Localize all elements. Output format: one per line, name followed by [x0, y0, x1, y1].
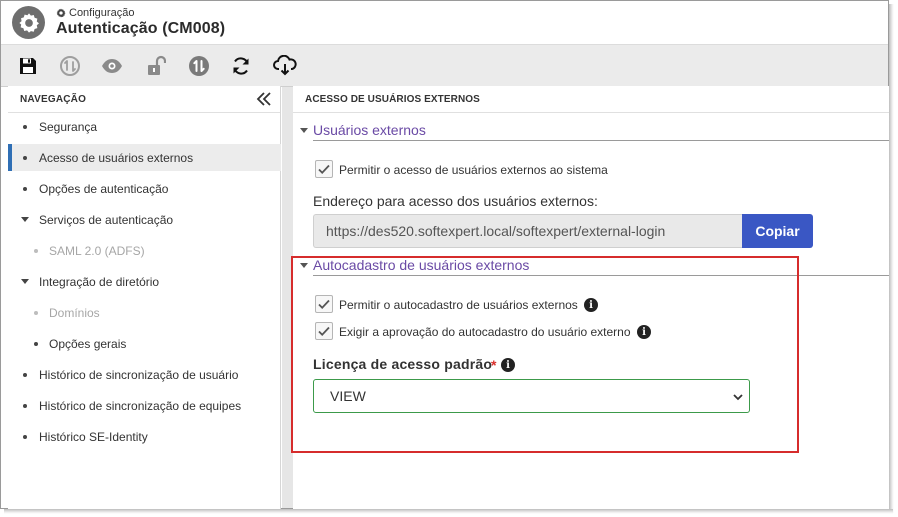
- sidebar-item-label: Opções gerais: [49, 337, 127, 351]
- sidebar-item-opcoes-gerais[interactable]: Opções gerais: [8, 330, 281, 357]
- bullet-icon: [34, 249, 38, 253]
- sidebar-item-opcoes-autenticacao[interactable]: Opções de autenticação: [8, 175, 281, 202]
- self-register-checkbox[interactable]: [315, 295, 333, 313]
- gear-logo-icon: [12, 6, 45, 39]
- sidebar-item-seguranca[interactable]: Segurança: [8, 113, 281, 140]
- caret-down-icon: [21, 217, 29, 222]
- sidebar-item-historico-se-identity[interactable]: Histórico SE-Identity: [8, 423, 281, 450]
- sidebar-item-label: Segurança: [39, 120, 98, 134]
- license-label: Licença de acesso padrão: [313, 356, 493, 372]
- sidebar-item-saml-adfs[interactable]: SAML 2.0 (ADFS): [8, 237, 281, 264]
- require-approval-label: Exigir a aprovação do autocadastro do us…: [339, 325, 631, 339]
- view-button[interactable]: [99, 53, 125, 79]
- refresh-icon: [233, 57, 249, 75]
- sidebar-item-historico-sync-equipes[interactable]: Histórico de sincronização de equipes: [8, 392, 281, 419]
- window-shadow: [4, 509, 893, 514]
- sidebar-item-historico-sync-usuario[interactable]: Histórico de sincronização de usuário: [8, 361, 281, 388]
- info-icon[interactable]: i: [501, 358, 515, 372]
- caret-down-icon: [300, 263, 308, 268]
- copy-button[interactable]: Copiar: [742, 214, 813, 248]
- allow-external-access-label: Permitir o acesso de usuários externos a…: [339, 163, 608, 177]
- bullet-icon: [23, 435, 27, 439]
- breadcrumb[interactable]: Configuração: [56, 7, 134, 19]
- eye-icon: [102, 59, 122, 73]
- sidebar-item-dominios[interactable]: Domínios: [8, 299, 281, 326]
- sidebar-item-servicos-autenticacao[interactable]: Serviços de autenticação: [8, 206, 281, 233]
- main-title: ACESSO DE USUÁRIOS EXTERNOS: [305, 94, 480, 105]
- breadcrumb-label: Configuração: [69, 7, 135, 19]
- bullet-icon: [23, 187, 27, 191]
- bullet-icon: [23, 404, 27, 408]
- caret-down-icon: [21, 279, 29, 284]
- toolbar: [1, 45, 888, 87]
- bullet-icon: [34, 342, 38, 346]
- sidebar-item-label: Histórico de sincronização de equipes: [39, 399, 242, 413]
- sidebar-item-label: Serviços de autenticação: [39, 213, 174, 227]
- section-usuarios-externos-header[interactable]: Usuários externos: [293, 121, 889, 141]
- section-autocadastro-header[interactable]: Autocadastro de usuários externos: [293, 256, 889, 276]
- navigation-sidebar: NAVEGAÇÃO Segurança Acesso de usuários e…: [8, 86, 281, 509]
- default-license-select[interactable]: VIEW: [313, 379, 750, 413]
- page-title: Autenticação (CM008): [56, 20, 226, 37]
- save-icon: [20, 58, 36, 74]
- main-panel: ACESSO DE USUÁRIOS EXTERNOS Usuários ext…: [293, 86, 889, 509]
- unlock-icon: [148, 55, 166, 75]
- app-header: Configuração Autenticação (CM008): [1, 1, 888, 45]
- select-value: VIEW: [330, 388, 366, 404]
- sidebar-item-label: SAML 2.0 (ADFS): [49, 244, 145, 258]
- checkmark-icon: [318, 326, 330, 336]
- bullet-icon: [23, 373, 27, 377]
- sidebar-item-label: Domínios: [49, 306, 100, 320]
- double-chevron-left-icon: [256, 92, 271, 106]
- caret-down-icon: [300, 128, 308, 133]
- refresh-button[interactable]: [228, 53, 254, 79]
- section-title: Usuários externos: [313, 122, 426, 138]
- sidebar-item-acesso-usuarios-externos[interactable]: Acesso de usuários externos: [8, 144, 281, 171]
- save-button[interactable]: [15, 53, 41, 79]
- bullet-icon: [34, 311, 38, 315]
- main-header: ACESSO DE USUÁRIOS EXTERNOS: [293, 86, 889, 113]
- cloud-download-icon: [273, 55, 297, 76]
- external-url-field[interactable]: https://des520.softexpert.local/softexpe…: [313, 214, 743, 248]
- self-register-label: Permitir o autocadastro de usuários exte…: [339, 298, 578, 312]
- allow-external-access-checkbox[interactable]: [315, 160, 333, 178]
- unlock-button[interactable]: [143, 53, 169, 79]
- sidebar-item-label: Integração de diretório: [39, 275, 160, 289]
- sidebar-item-label: Acesso de usuários externos: [39, 151, 194, 165]
- sync-icon: [189, 56, 209, 76]
- sidebar-item-label: Opções de autenticação: [39, 182, 169, 196]
- nav-title: NAVEGAÇÃO: [20, 94, 87, 105]
- section-title: Autocadastro de usuários externos: [313, 257, 530, 273]
- info-icon[interactable]: i: [584, 298, 598, 312]
- window-shadow: [889, 4, 894, 513]
- checkmark-icon: [318, 299, 330, 309]
- nav-header: NAVEGAÇÃO: [8, 86, 280, 113]
- cloud-download-button[interactable]: [272, 53, 298, 79]
- bullet-icon: [23, 125, 27, 129]
- info-icon[interactable]: i: [637, 325, 651, 339]
- require-approval-checkbox[interactable]: [315, 322, 333, 340]
- sync-button[interactable]: [186, 53, 212, 79]
- sidebar-item-integracao-diretorio[interactable]: Integração de diretório: [8, 268, 281, 295]
- sync-disabled-button[interactable]: [57, 53, 83, 79]
- sidebar-item-label: Histórico SE-Identity: [39, 430, 148, 444]
- chevron-down-icon: [733, 394, 743, 401]
- sidebar-item-label: Histórico de sincronização de usuário: [39, 368, 239, 382]
- url-field-label: Endereço para acesso dos usuários extern…: [313, 193, 598, 209]
- required-marker: *: [491, 357, 497, 373]
- gear-icon: [56, 8, 66, 18]
- bullet-icon: [23, 156, 27, 160]
- sync-disabled-icon: [60, 56, 80, 76]
- checkmark-icon: [318, 164, 330, 174]
- divider: [313, 140, 889, 141]
- collapse-sidebar-button[interactable]: [256, 91, 272, 107]
- divider: [313, 275, 889, 276]
